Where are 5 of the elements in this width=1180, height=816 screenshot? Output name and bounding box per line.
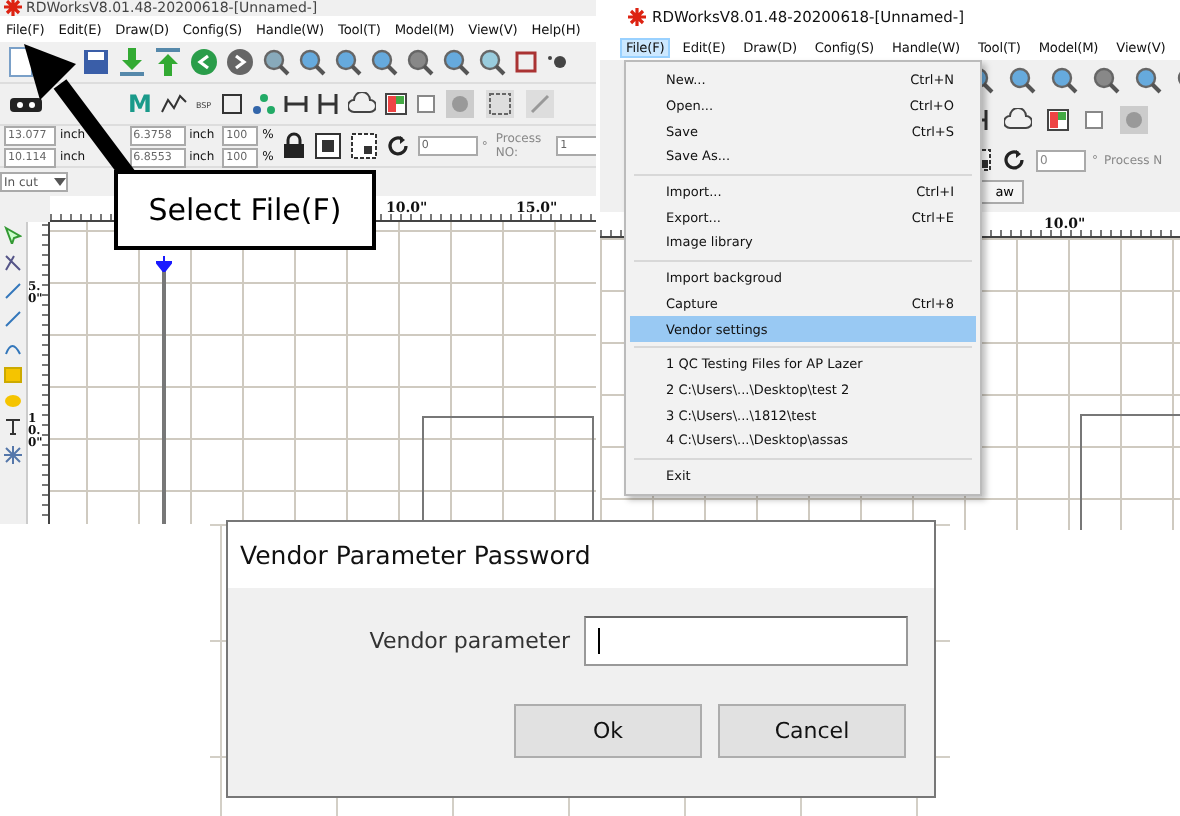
dialog-button[interactable]: Ok <box>514 704 702 758</box>
field-label: Vendor parameter <box>369 628 570 654</box>
callout-text: Select File(F) <box>148 192 342 228</box>
dialog-title: Vendor Parameter Password <box>240 540 591 570</box>
dialog-button[interactable]: Cancel <box>718 704 906 758</box>
